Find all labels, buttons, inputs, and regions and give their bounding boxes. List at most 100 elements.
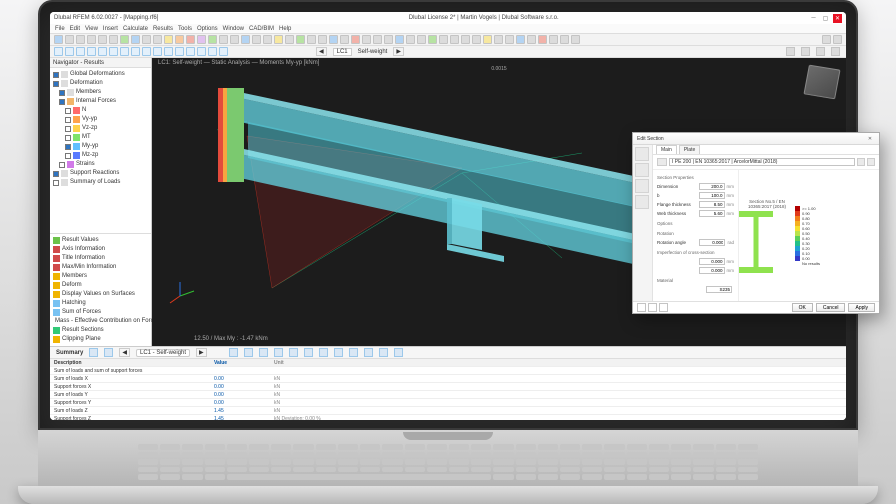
tool-icon[interactable]: [318, 35, 327, 44]
open-icon[interactable]: [65, 35, 74, 44]
checkbox-icon[interactable]: [65, 153, 71, 159]
apply-button[interactable]: Apply: [848, 303, 875, 312]
tree-node[interactable]: Support Reactions: [53, 169, 148, 178]
maximize-icon[interactable]: ▢: [821, 14, 830, 23]
nav-bottom-item[interactable]: Max/Min Information: [53, 263, 148, 272]
tool-icon[interactable]: [142, 35, 151, 44]
view-icon[interactable]: [131, 35, 140, 44]
viewcube-icon[interactable]: [803, 65, 840, 100]
menu-file[interactable]: File: [55, 26, 65, 32]
tool-icon[interactable]: [219, 47, 228, 56]
tool-icon[interactable]: [241, 35, 250, 44]
checkbox-icon[interactable]: [53, 81, 59, 87]
tool-icon[interactable]: [319, 348, 328, 357]
checkbox-icon[interactable]: [59, 90, 65, 96]
tool-icon[interactable]: [304, 348, 313, 357]
calc-icon[interactable]: [120, 35, 129, 44]
tool-icon[interactable]: [296, 35, 305, 44]
checkbox-icon[interactable]: [53, 171, 59, 177]
menu-window[interactable]: Window: [223, 26, 244, 32]
field-input[interactable]: [699, 258, 725, 265]
nav-bottom-item[interactable]: Clipping Plane: [53, 335, 148, 344]
tool-icon[interactable]: [516, 35, 525, 44]
footer-tool-icon[interactable]: [637, 303, 646, 312]
tool-icon[interactable]: [76, 47, 85, 56]
next-icon[interactable]: ▶: [196, 348, 207, 357]
tree-node[interactable]: Internal Forces: [53, 97, 148, 106]
menu-help[interactable]: Help: [279, 26, 291, 32]
checkbox-icon[interactable]: [65, 126, 71, 132]
view-tool-icon[interactable]: [831, 47, 840, 56]
tool-icon[interactable]: [362, 35, 371, 44]
tool-icon[interactable]: [153, 47, 162, 56]
navigator-bottom-list[interactable]: Result ValuesAxis InformationTitle Infor…: [50, 233, 151, 346]
library-icon[interactable]: [857, 158, 865, 166]
side-tool-icon[interactable]: [635, 179, 649, 193]
tool-icon[interactable]: [131, 47, 140, 56]
tool-icon[interactable]: [483, 35, 492, 44]
nav-bottom-item[interactable]: Mass - Effective Contribution on Forces: [53, 317, 148, 326]
tool-icon[interactable]: [351, 35, 360, 44]
footer-tool-icon[interactable]: [648, 303, 657, 312]
tool-icon[interactable]: [208, 47, 217, 56]
checkbox-icon[interactable]: [65, 117, 71, 123]
tool-icon[interactable]: [259, 348, 268, 357]
nav-bottom-item[interactable]: Result Values: [53, 236, 148, 245]
table-row[interactable]: Sum of loads and sum of support forces: [50, 367, 846, 375]
tool-icon[interactable]: [395, 35, 404, 44]
tool-icon[interactable]: [527, 35, 536, 44]
tool-icon[interactable]: [538, 35, 547, 44]
menu-results[interactable]: Results: [153, 26, 173, 32]
lc-selector[interactable]: LC1: [333, 48, 352, 56]
checkbox-icon[interactable]: [59, 99, 65, 105]
new-icon[interactable]: [54, 35, 63, 44]
nav-bottom-item[interactable]: Result Sections: [53, 326, 148, 335]
prev-lc-icon[interactable]: ◀: [316, 47, 327, 56]
tool-icon[interactable]: [340, 35, 349, 44]
nav-bottom-item[interactable]: Members: [53, 272, 148, 281]
tool-icon[interactable]: [439, 35, 448, 44]
tool-icon[interactable]: [505, 35, 514, 44]
checkbox-icon[interactable]: [59, 162, 65, 168]
tool-icon[interactable]: [175, 35, 184, 44]
nav-bottom-item[interactable]: Sum of Forces: [53, 308, 148, 317]
close-icon[interactable]: ✕: [833, 14, 842, 23]
tool-icon[interactable]: [197, 35, 206, 44]
tool-icon[interactable]: [153, 35, 162, 44]
tool-icon[interactable]: [65, 47, 74, 56]
tool-icon[interactable]: [472, 35, 481, 44]
footer-tool-icon[interactable]: [659, 303, 668, 312]
redo-icon[interactable]: [109, 35, 118, 44]
save-icon[interactable]: [76, 35, 85, 44]
nav-bottom-item[interactable]: Display Values on Surfaces: [53, 290, 148, 299]
table-row[interactable]: Support forces Y0.00kN: [50, 399, 846, 407]
menu-cadbim[interactable]: CAD/BIM: [249, 26, 274, 32]
nav-bottom-item[interactable]: Title Information: [53, 254, 148, 263]
tree-node[interactable]: Members: [53, 88, 148, 97]
results-table[interactable]: Description Value Unit Sum of loads and …: [50, 359, 846, 420]
tool-icon[interactable]: [494, 35, 503, 44]
checkbox-icon[interactable]: [65, 108, 71, 114]
tab-plate[interactable]: Plate: [679, 145, 700, 154]
tool-icon[interactable]: [175, 47, 184, 56]
tool-icon[interactable]: [274, 35, 283, 44]
tab-main[interactable]: Main: [656, 145, 677, 154]
tool-icon[interactable]: [87, 47, 96, 56]
tool-icon[interactable]: [373, 35, 382, 44]
tool-icon[interactable]: [229, 348, 238, 357]
tool-icon[interactable]: [142, 47, 151, 56]
tool-icon[interactable]: [560, 35, 569, 44]
minimize-icon[interactable]: ─: [809, 14, 818, 23]
table-row[interactable]: Sum of loads Z1.45kN: [50, 407, 846, 415]
close-icon[interactable]: ✕: [865, 134, 875, 144]
bottom-lc-combo[interactable]: LC1 - Self-weight: [136, 349, 190, 357]
tool-icon[interactable]: [164, 47, 173, 56]
menu-edit[interactable]: Edit: [70, 26, 80, 32]
table-row[interactable]: Support forces Z1.45kN Deviation: 0.00 %: [50, 415, 846, 420]
field-input[interactable]: [699, 267, 725, 274]
tool-icon[interactable]: [450, 35, 459, 44]
table-row[interactable]: Sum of loads X0.00kN: [50, 375, 846, 383]
view-tool-icon[interactable]: [786, 47, 795, 56]
tree-node[interactable]: Strains: [53, 160, 148, 169]
side-tool-icon[interactable]: [635, 195, 649, 209]
